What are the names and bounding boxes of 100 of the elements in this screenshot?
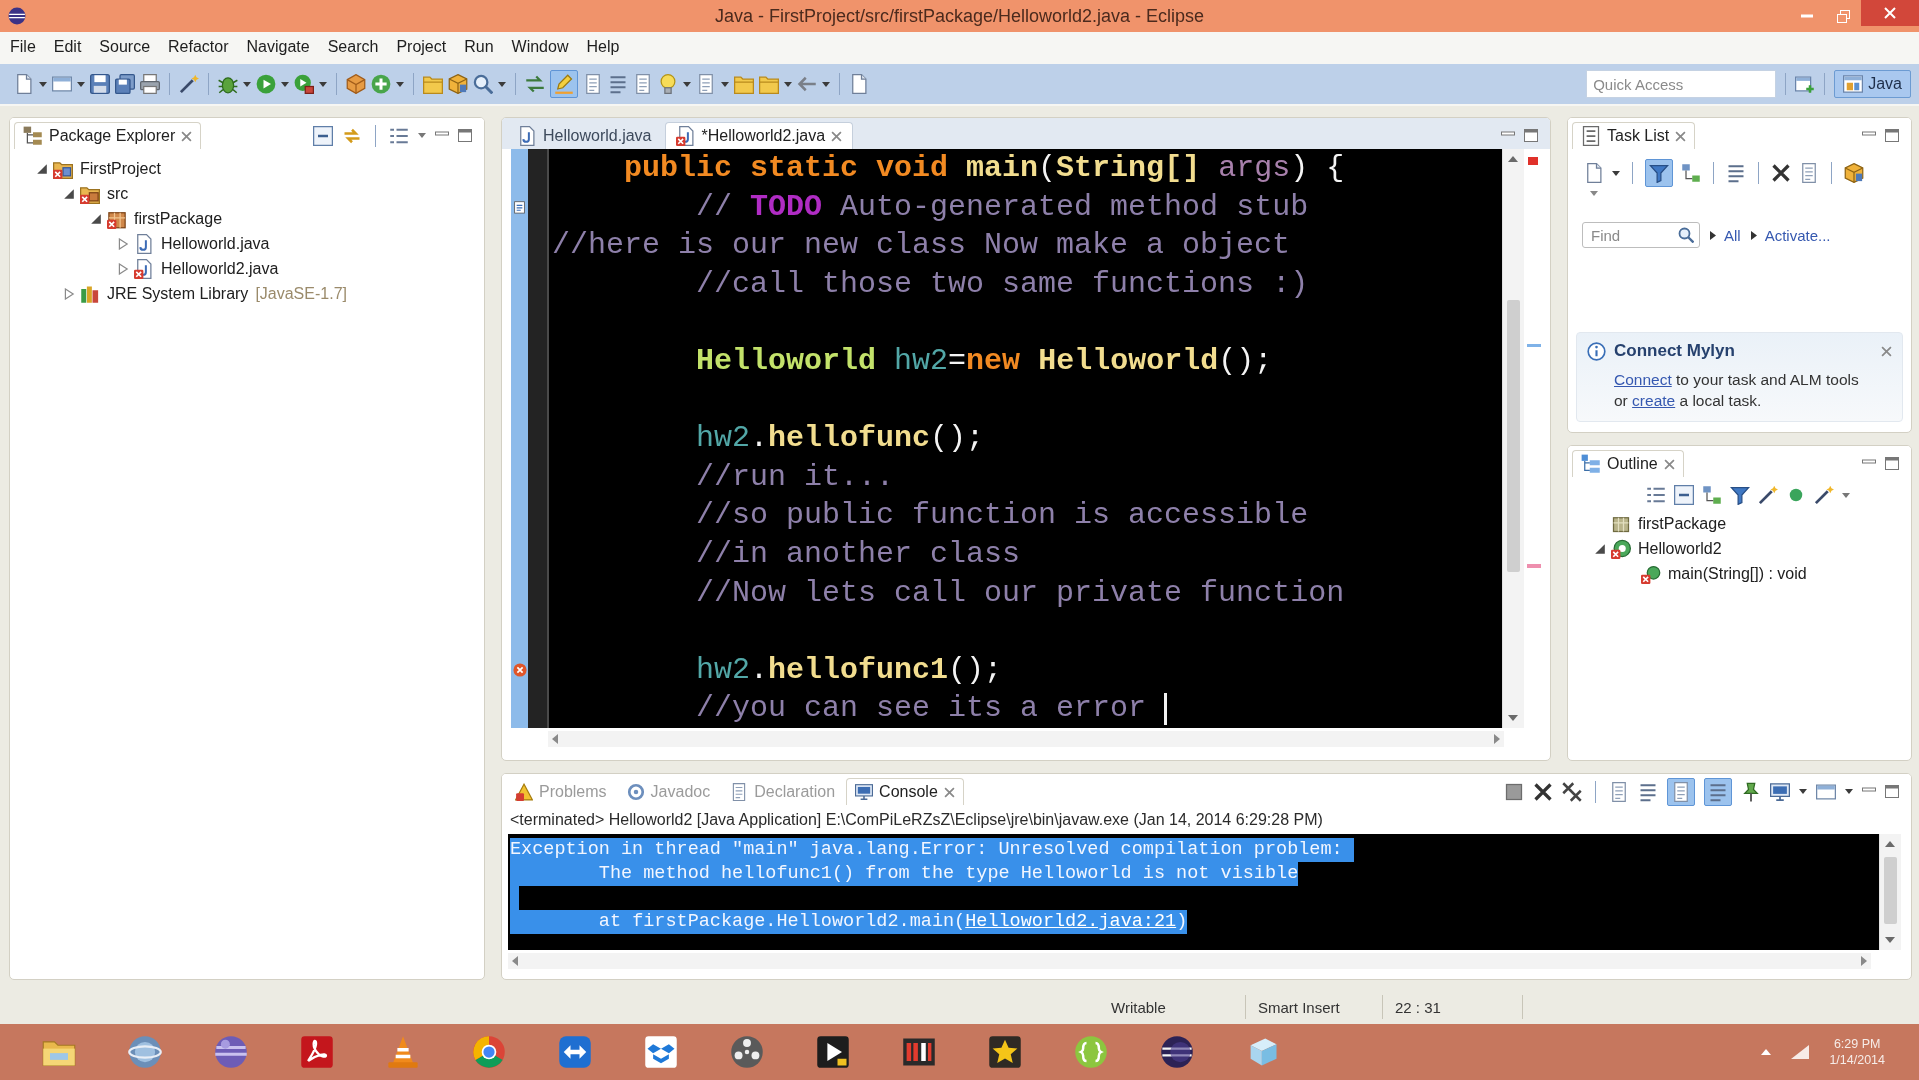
find-field[interactable]: Find: [1582, 222, 1700, 248]
collapse-all-icon[interactable]: [313, 125, 333, 146]
document-icon[interactable]: [583, 74, 603, 94]
play-icon[interactable]: [815, 1034, 851, 1070]
caret-icon[interactable]: [1612, 170, 1620, 176]
caret-icon[interactable]: [683, 81, 691, 87]
menu-item[interactable]: Help: [577, 35, 629, 59]
close-icon[interactable]: [1881, 345, 1892, 357]
bug-icon[interactable]: [218, 74, 238, 94]
box-icon[interactable]: [643, 1034, 679, 1070]
cube-icon[interactable]: [448, 74, 468, 94]
collapse-all-icon[interactable]: [1674, 485, 1694, 505]
tree-item[interactable]: JRE System Library: [105, 283, 251, 304]
menu-item[interactable]: Project: [387, 35, 456, 59]
document-icon[interactable]: [1799, 163, 1819, 183]
close-button[interactable]: [1861, 0, 1919, 26]
caret-icon[interactable]: [1799, 789, 1807, 794]
crosses-icon[interactable]: [1562, 781, 1582, 802]
pin-icon[interactable]: [1741, 781, 1761, 802]
view-tab[interactable]: Task List: [1572, 122, 1696, 149]
triangle-icon[interactable]: [1594, 542, 1606, 555]
maximize-icon[interactable]: [1524, 129, 1538, 142]
cube-icon[interactable]: [1844, 163, 1864, 183]
page-icon[interactable]: [14, 74, 34, 94]
segmented-circle-icon[interactable]: [471, 1034, 507, 1070]
caret-icon[interactable]: [396, 81, 404, 87]
close-icon[interactable]: [181, 130, 193, 142]
filter-icon[interactable]: [1730, 485, 1750, 505]
tree-item[interactable]: Helloworld2: [1636, 538, 1724, 559]
lines-icon[interactable]: [1726, 163, 1746, 183]
caret-icon[interactable]: [784, 81, 792, 87]
close-icon[interactable]: [1675, 130, 1687, 142]
tree-item[interactable]: Helloworld.java: [159, 233, 272, 254]
page-icon[interactable]: [1584, 163, 1604, 183]
horizontal-scrollbar[interactable]: [508, 953, 1871, 969]
cross-icon[interactable]: [1771, 163, 1791, 183]
brackets-icon[interactable]: [1073, 1034, 1109, 1070]
menu-item[interactable]: Refactor: [159, 35, 238, 59]
menu-item[interactable]: Window: [502, 35, 578, 59]
view-tab[interactable]: Console: [846, 778, 964, 805]
hierarchy-icon[interactable]: [1681, 163, 1701, 183]
lightbulb-icon[interactable]: [658, 74, 678, 94]
plus-circle-icon[interactable]: [371, 74, 391, 94]
search-icon[interactable]: [473, 74, 493, 94]
tree-item[interactable]: Helloworld2.java: [159, 258, 281, 279]
horizontal-scrollbar[interactable]: [548, 731, 1504, 747]
play-icon[interactable]: [294, 74, 314, 94]
box-icon[interactable]: [346, 74, 366, 94]
toggle-button[interactable]: [1704, 777, 1732, 806]
caret-icon[interactable]: [319, 81, 327, 87]
toggle-button[interactable]: [1667, 777, 1695, 806]
caret-icon[interactable]: [822, 81, 830, 87]
filter-link[interactable]: Activate...: [1764, 226, 1831, 244]
menu-item[interactable]: Search: [318, 35, 388, 59]
restore-icon[interactable]: [1836, 9, 1850, 23]
menu-item[interactable]: File: [1, 35, 45, 59]
close-icon[interactable]: [943, 786, 955, 798]
caret-icon[interactable]: [243, 81, 251, 87]
window-icon[interactable]: [1816, 781, 1836, 802]
film-reel-icon[interactable]: [729, 1034, 765, 1070]
document-icon[interactable]: [633, 74, 653, 94]
lines-icon[interactable]: [1638, 781, 1658, 802]
filter-link[interactable]: All: [1724, 226, 1741, 244]
menu-item[interactable]: Edit: [44, 35, 91, 59]
lines-icon[interactable]: [608, 74, 628, 94]
toggle-button[interactable]: [550, 70, 578, 98]
close-icon[interactable]: [1663, 458, 1675, 470]
arrows-tile-icon[interactable]: [557, 1034, 593, 1070]
triangle-icon[interactable]: [90, 212, 102, 225]
tree-item[interactable]: src: [105, 183, 131, 204]
caret-icon[interactable]: [1845, 789, 1853, 794]
view-tab[interactable]: Outline: [1572, 450, 1684, 477]
tree-item[interactable]: main(String[]) : void: [1666, 563, 1809, 584]
sphere-icon[interactable]: [1159, 1034, 1195, 1070]
toggle-button[interactable]: [1645, 159, 1673, 187]
window-icon[interactable]: [52, 74, 72, 94]
caret-icon[interactable]: [281, 81, 289, 87]
arrow-left-icon[interactable]: [797, 74, 817, 94]
caret-up-icon[interactable]: [1761, 1049, 1772, 1055]
document-icon[interactable]: [696, 74, 716, 94]
caret-icon[interactable]: [39, 81, 47, 87]
caret-icon[interactable]: [498, 81, 506, 87]
perspective-button[interactable]: Java: [1834, 70, 1911, 98]
save-icon[interactable]: [90, 74, 110, 94]
vertical-scrollbar[interactable]: [1879, 834, 1901, 950]
page-icon[interactable]: [849, 74, 869, 94]
printer-icon[interactable]: [140, 74, 160, 94]
caret-icon[interactable]: [721, 81, 729, 87]
cross-icon[interactable]: [1533, 781, 1553, 802]
menu-item[interactable]: Source: [90, 35, 160, 59]
quick-access-field[interactable]: Quick Access: [1586, 70, 1777, 98]
wand-icon[interactable]: [1758, 485, 1778, 505]
caret-icon[interactable]: [77, 81, 85, 87]
vertical-scrollbar[interactable]: [1502, 149, 1524, 728]
wand-icon[interactable]: [1814, 485, 1834, 505]
editor-tab[interactable]: *Helloworld2.java: [664, 122, 854, 149]
window-plus-icon[interactable]: [1795, 74, 1816, 94]
triangle-icon[interactable]: [63, 187, 75, 200]
maximize-icon[interactable]: [1885, 785, 1899, 798]
text-link[interactable]: create: [1632, 392, 1676, 409]
